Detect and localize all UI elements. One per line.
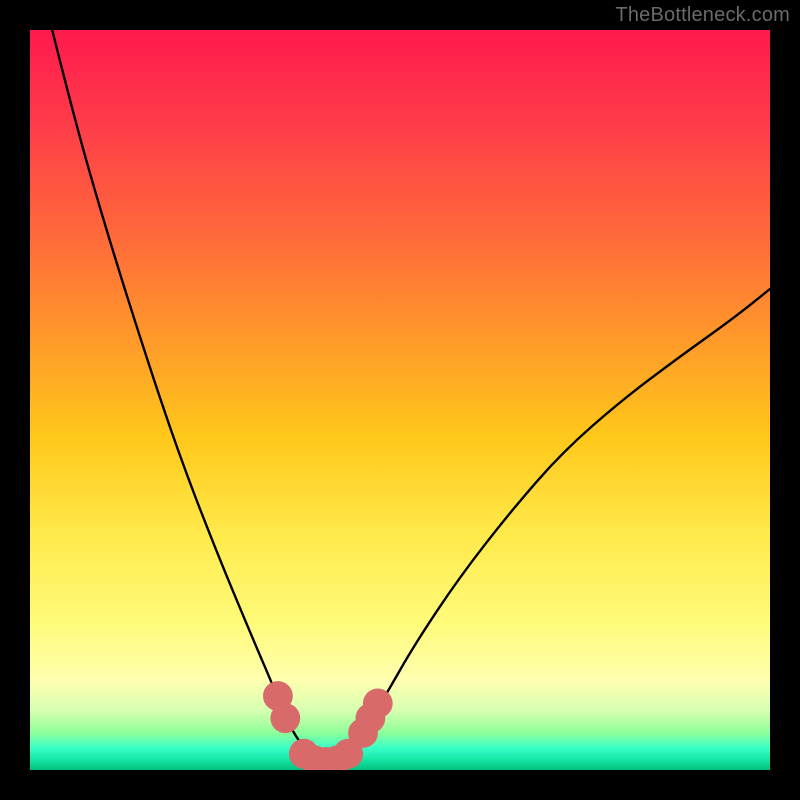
curve-marker xyxy=(270,703,300,733)
curve-marker xyxy=(363,689,393,719)
curve-markers xyxy=(263,681,393,770)
bottleneck-curve xyxy=(52,30,770,763)
curve-svg xyxy=(30,30,770,770)
watermark-label: TheBottleneck.com xyxy=(615,4,790,27)
plot-area xyxy=(30,30,770,770)
chart-frame: TheBottleneck.com xyxy=(0,0,800,800)
